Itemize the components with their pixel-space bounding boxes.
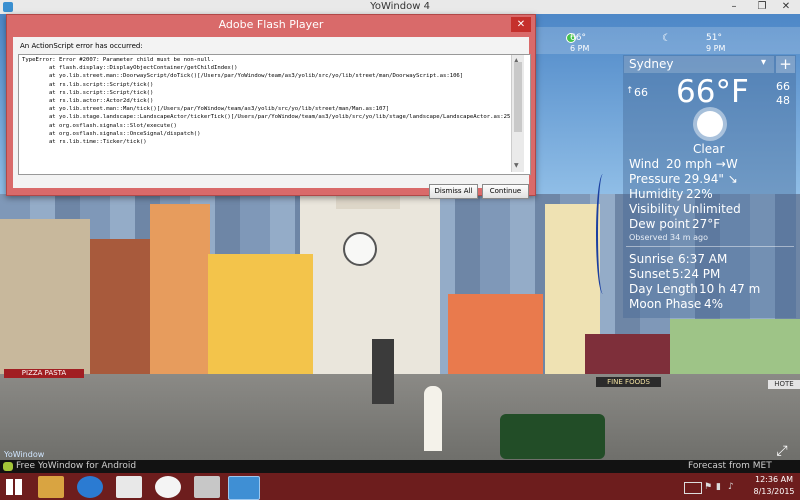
add-location-button[interactable]: + bbox=[776, 56, 795, 73]
timeline-time-1: 6 PM bbox=[570, 44, 590, 53]
trend-up-icon: ↑ bbox=[626, 86, 634, 96]
clock-icon bbox=[343, 232, 377, 266]
dismiss-all-button[interactable]: Dismiss All bbox=[429, 184, 478, 199]
visibility-label: Visibility bbox=[629, 202, 680, 216]
internet-explorer-icon[interactable] bbox=[77, 476, 103, 498]
condition-text: Clear bbox=[693, 142, 725, 156]
current-temp: 66°F bbox=[676, 74, 749, 110]
panel-divider bbox=[626, 246, 794, 247]
scroll-down-icon[interactable]: ▼ bbox=[514, 162, 519, 169]
network-icon[interactable]: ▮ bbox=[716, 482, 721, 492]
city-name: Sydney bbox=[629, 57, 674, 71]
panda-icon[interactable] bbox=[155, 476, 181, 498]
flash-error-dialog[interactable]: Adobe Flash Player ✕ An ActionScript err… bbox=[6, 14, 536, 199]
pizza-sign: PIZZA PASTA bbox=[4, 369, 84, 378]
visibility-value: Unlimited bbox=[683, 202, 741, 216]
high-temp: 66 bbox=[776, 80, 790, 93]
advertising-column bbox=[424, 386, 442, 451]
moon-icon: ☾ bbox=[662, 33, 671, 44]
yowindow-taskbar-icon[interactable] bbox=[228, 476, 260, 500]
file-explorer-icon[interactable] bbox=[38, 476, 64, 498]
clock-time[interactable]: 12:36 AM bbox=[752, 475, 796, 484]
clock-date[interactable]: 8/13/2015 bbox=[752, 487, 796, 496]
textarea-scrollbar[interactable]: ▲ ▼ bbox=[511, 55, 524, 172]
minimize-button[interactable]: – bbox=[720, 0, 748, 14]
wind-label: Wind bbox=[629, 157, 660, 171]
sun-icon bbox=[697, 111, 723, 137]
sunrise-label: Sunrise bbox=[629, 252, 674, 266]
day-length-label: Day Length bbox=[629, 282, 698, 296]
gmail-icon[interactable] bbox=[116, 476, 142, 498]
observed-time: Observed 34 m ago bbox=[629, 233, 708, 242]
sunrise-value: 6:37 AM bbox=[678, 252, 728, 266]
dew-point-label: Dew point bbox=[629, 217, 690, 231]
current-temp-small: 66 bbox=[634, 86, 648, 99]
dialog-title: Adobe Flash Player bbox=[218, 18, 324, 31]
humidity-value: 22% bbox=[686, 187, 713, 201]
android-icon bbox=[3, 462, 13, 471]
sunset-label: Sunset bbox=[629, 267, 671, 281]
windows-start-icon[interactable] bbox=[6, 479, 22, 495]
wind-value: 20 mph →W bbox=[666, 157, 738, 171]
plaza-ground bbox=[0, 374, 800, 460]
timeline-temp-1: 66° bbox=[570, 33, 586, 43]
keyboard-icon[interactable] bbox=[684, 482, 702, 494]
rain-gauge-line bbox=[596, 174, 610, 294]
dialog-body: An ActionScript error has occurred: Type… bbox=[13, 37, 531, 199]
error-message: An ActionScript error has occurred: bbox=[20, 42, 143, 50]
hotel-sign: HOTE bbox=[768, 380, 800, 389]
flag-icon[interactable]: ⚑ bbox=[704, 482, 712, 492]
dialog-close-button[interactable]: ✕ bbox=[511, 17, 531, 32]
continue-button[interactable]: Continue bbox=[482, 184, 529, 199]
jeep-car bbox=[500, 414, 605, 459]
sunset-value: 5:24 PM bbox=[672, 267, 721, 281]
yowindow-watermark: YoWindow bbox=[4, 450, 45, 459]
dew-point-value: 27°F bbox=[692, 217, 721, 231]
stack-trace-textarea[interactable]: TypeError: Error #2007: Parameter child … bbox=[18, 54, 531, 175]
android-promo-link[interactable]: Free YoWindow for Android bbox=[16, 460, 136, 473]
timeline-time-2: 9 PM bbox=[706, 44, 726, 53]
scroll-thumb[interactable] bbox=[514, 62, 522, 132]
fullscreen-icon[interactable]: ⤢ bbox=[772, 442, 792, 460]
humidity-label: Humidity bbox=[629, 187, 684, 201]
timeline-temp-2: 51° bbox=[706, 33, 722, 43]
window-title: YoWindow 4 bbox=[370, 1, 430, 12]
low-temp: 48 bbox=[776, 94, 790, 107]
statue bbox=[372, 339, 394, 404]
clock-tower bbox=[300, 189, 440, 379]
moon-phase-label: Moon Phase bbox=[629, 297, 702, 311]
pressure-label: Pressure bbox=[629, 172, 681, 186]
app-icon[interactable] bbox=[194, 476, 220, 498]
city-menu-icon[interactable]: ▾ bbox=[761, 57, 766, 68]
pressure-value: 29.94" ↘ bbox=[684, 172, 738, 186]
fine-foods-sign: FINE FOODS bbox=[596, 377, 661, 387]
moon-phase-value: 4% bbox=[704, 297, 724, 311]
day-length-value: 10 h 47 m bbox=[699, 282, 761, 296]
close-button[interactable]: ✕ bbox=[772, 0, 800, 14]
volume-icon[interactable]: ♪ bbox=[728, 482, 734, 492]
